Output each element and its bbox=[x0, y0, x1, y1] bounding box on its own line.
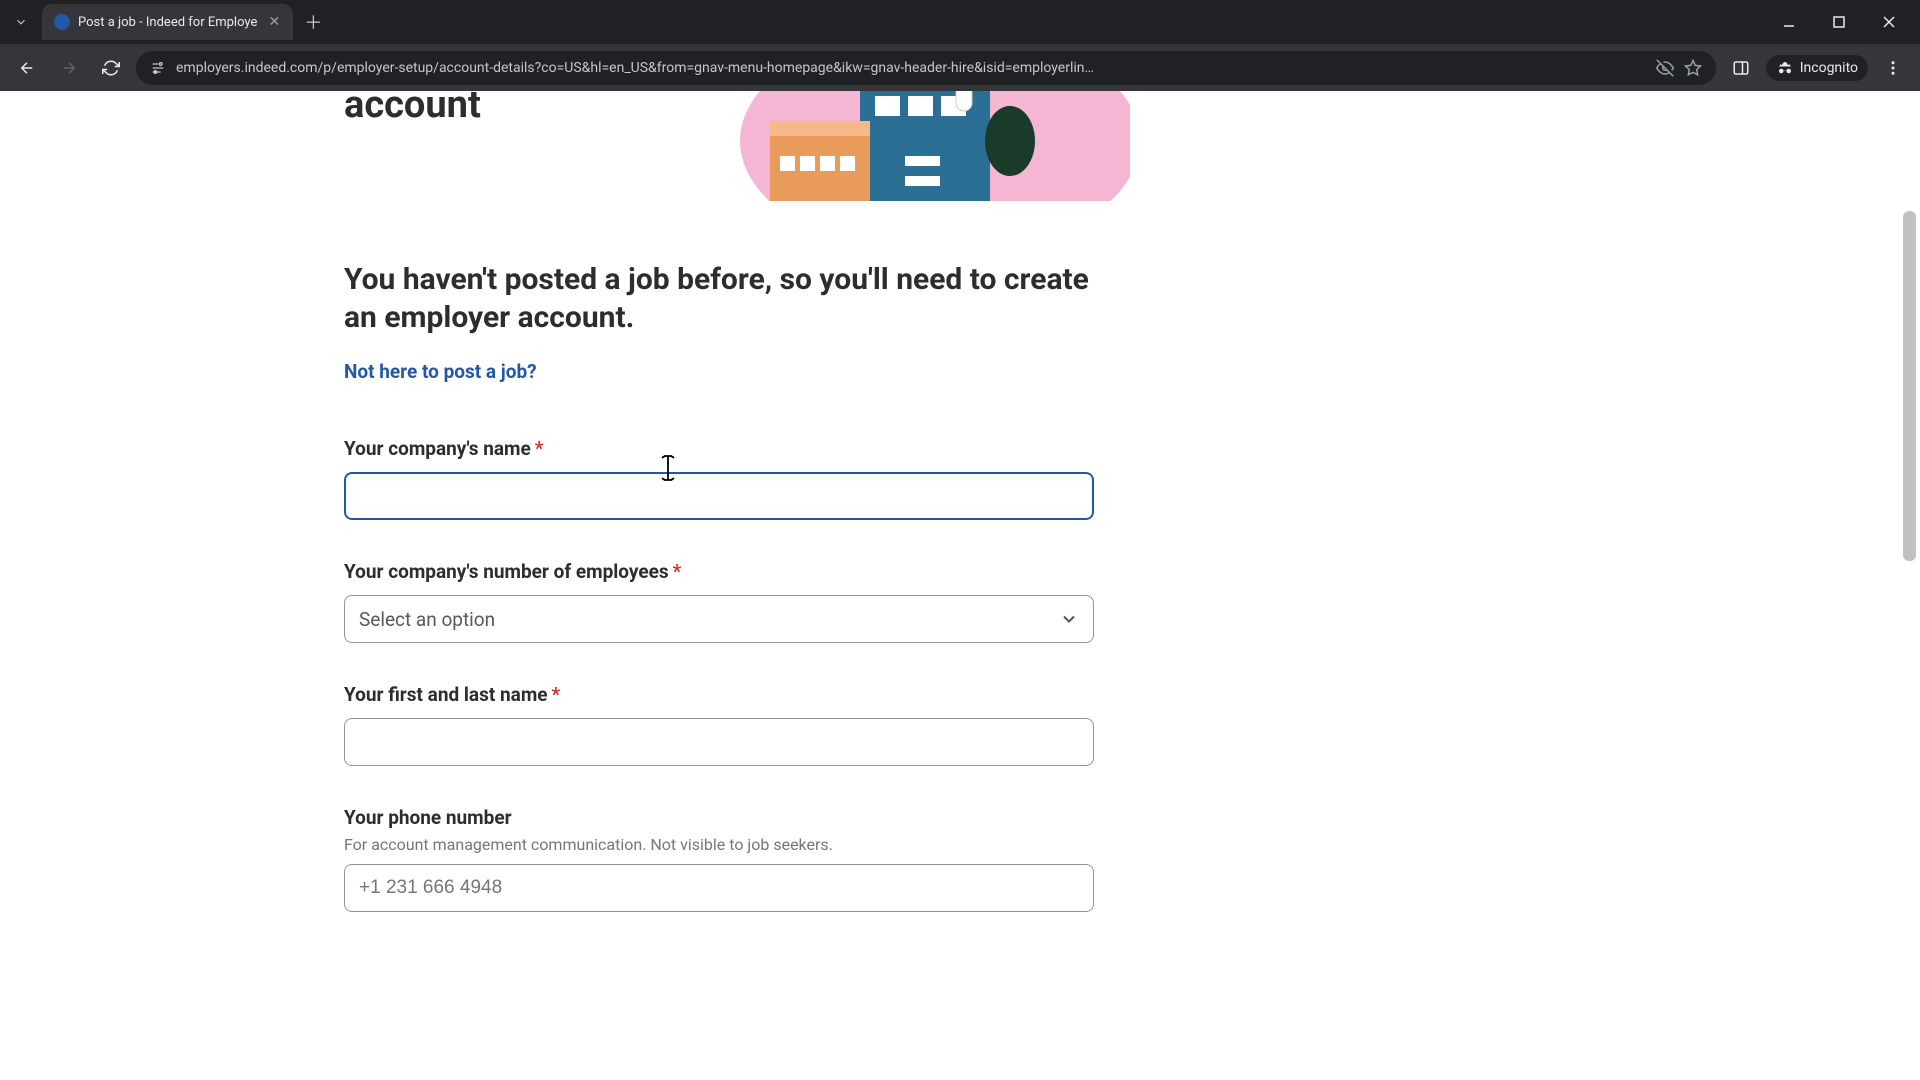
back-button[interactable] bbox=[10, 51, 44, 85]
tab-search-button[interactable] bbox=[6, 7, 36, 37]
browser-tab[interactable]: Post a job - Indeed for Employe ✕ bbox=[42, 4, 293, 40]
side-panel-icon[interactable] bbox=[1724, 51, 1758, 85]
employees-label: Your company's number of employees* bbox=[344, 560, 1094, 583]
scrollbar-track[interactable] bbox=[1903, 91, 1918, 1080]
new-tab-button[interactable]: ＋ bbox=[299, 8, 327, 36]
field-company-name: Your company's name* bbox=[344, 437, 1094, 520]
eye-off-icon[interactable] bbox=[1656, 59, 1674, 77]
hero-illustration bbox=[680, 91, 1130, 201]
tab-close-icon[interactable]: ✕ bbox=[265, 13, 283, 31]
scrollbar-thumb[interactable] bbox=[1903, 211, 1916, 561]
address-bar[interactable]: employers.indeed.com/p/employer-setup/ac… bbox=[136, 51, 1716, 85]
field-employees: Your company's number of employees* Sele… bbox=[344, 560, 1094, 643]
tab-favicon bbox=[54, 14, 70, 30]
phone-label: Your phone number bbox=[344, 806, 1094, 829]
required-asterisk: * bbox=[535, 437, 544, 460]
chevron-down-icon bbox=[1059, 609, 1079, 629]
reload-button[interactable] bbox=[94, 51, 128, 85]
field-full-name: Your first and last name* bbox=[344, 683, 1094, 766]
prompt-heading: You haven't posted a job before, so you'… bbox=[344, 261, 1094, 336]
required-asterisk: * bbox=[673, 560, 682, 583]
hero-title-fragment: account bbox=[344, 91, 481, 127]
required-asterisk: * bbox=[552, 683, 561, 706]
forward-button[interactable] bbox=[52, 51, 86, 85]
url-text: employers.indeed.com/p/employer-setup/ac… bbox=[176, 60, 1646, 76]
browser-chrome: Post a job - Indeed for Employe ✕ ＋ empl… bbox=[0, 0, 1920, 91]
close-window-icon[interactable] bbox=[1874, 7, 1904, 37]
phone-helper-text: For account management communication. No… bbox=[344, 835, 1094, 854]
tab-title: Post a job - Indeed for Employe bbox=[78, 15, 257, 30]
employees-select-value: Select an option bbox=[359, 608, 495, 631]
tab-bar: Post a job - Indeed for Employe ✕ ＋ bbox=[0, 0, 1920, 44]
hero-banner: account bbox=[0, 91, 1920, 201]
company-name-label: Your company's name* bbox=[344, 437, 1094, 460]
star-icon[interactable] bbox=[1684, 59, 1702, 77]
phone-input[interactable] bbox=[344, 864, 1094, 912]
not-here-link[interactable]: Not here to post a job? bbox=[344, 360, 537, 383]
employees-select[interactable]: Select an option bbox=[344, 595, 1094, 643]
incognito-label: Incognito bbox=[1800, 60, 1858, 76]
browser-toolbar: employers.indeed.com/p/employer-setup/ac… bbox=[0, 44, 1920, 91]
kebab-menu-icon[interactable] bbox=[1876, 51, 1910, 85]
full-name-label: Your first and last name* bbox=[344, 683, 1094, 706]
incognito-icon bbox=[1776, 59, 1794, 77]
minimize-icon[interactable] bbox=[1774, 7, 1804, 37]
field-phone: Your phone number For account management… bbox=[344, 806, 1094, 912]
full-name-input[interactable] bbox=[344, 718, 1094, 766]
page-viewport[interactable]: account You haven't posted a job b bbox=[0, 91, 1920, 1080]
incognito-badge[interactable]: Incognito bbox=[1766, 55, 1868, 81]
maximize-icon[interactable] bbox=[1824, 7, 1854, 37]
site-settings-icon[interactable] bbox=[150, 60, 166, 76]
window-controls bbox=[1774, 7, 1920, 37]
company-name-input[interactable] bbox=[344, 472, 1094, 520]
